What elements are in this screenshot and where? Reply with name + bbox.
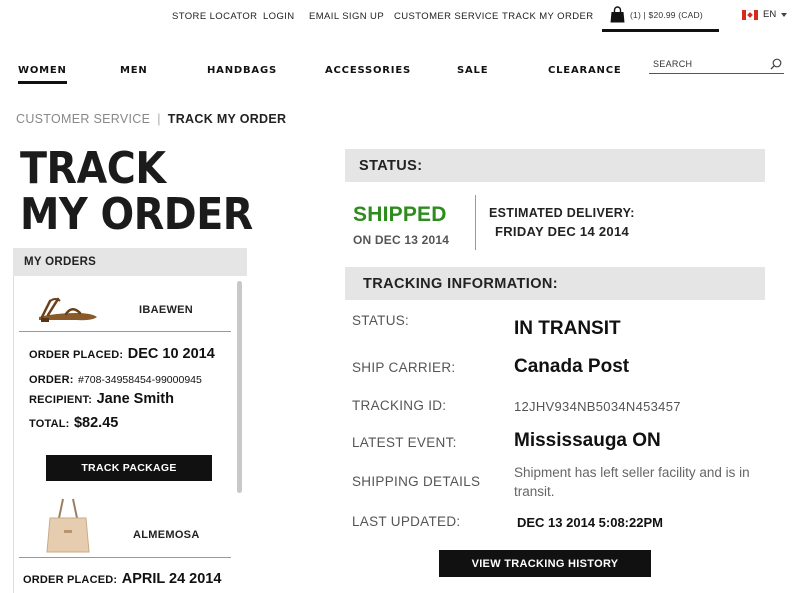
breadcrumb-current: TRACK MY ORDER bbox=[167, 112, 287, 126]
sandal-image bbox=[39, 297, 97, 322]
order-placed-row: ORDER PLACED: DEC 10 2014 bbox=[29, 345, 215, 363]
shipping-status: SHIPPED bbox=[353, 203, 447, 226]
nav-sale[interactable]: SALE bbox=[457, 65, 488, 76]
order-placed-value: APRIL 24 2014 bbox=[121, 571, 222, 587]
language-label: EN bbox=[763, 9, 777, 20]
status-heading: STATUS: bbox=[345, 149, 765, 182]
search-icon[interactable] bbox=[770, 58, 782, 70]
status-divider bbox=[475, 195, 476, 250]
store-locator-link[interactable]: STORE LOCATOR bbox=[172, 11, 257, 22]
tracking-heading: TRACKING INFORMATION: bbox=[345, 267, 765, 300]
order-placed-row: ORDER PLACED: APRIL 24 2014 bbox=[23, 570, 221, 588]
order-number-value: #708-34958454-99000945 bbox=[78, 374, 202, 386]
breadcrumb-separator: | bbox=[157, 112, 161, 126]
total-value: $82.45 bbox=[73, 415, 119, 431]
my-orders-panel: MY ORDERS IBAEWEN ORDER PLACED: DEC 10 2… bbox=[13, 248, 247, 593]
nav-women[interactable]: WOMEN bbox=[18, 65, 67, 84]
search-input[interactable] bbox=[653, 59, 753, 69]
utility-bar: STORE LOCATOR LOGIN EMAIL SIGN UP CUSTOM… bbox=[0, 0, 800, 34]
tracking-id-value: 12JHV934NB5034N453457 bbox=[514, 399, 681, 414]
search-box bbox=[649, 55, 784, 74]
canada-flag-icon bbox=[742, 9, 758, 20]
breadcrumb: CUSTOMER SERVICE | TRACK MY ORDER bbox=[16, 112, 286, 126]
nav-clearance[interactable]: CLEARANCE bbox=[548, 65, 621, 76]
latest-event-label: LATEST EVENT: bbox=[352, 435, 457, 450]
bag-summary: (1) | $20.99 (CAD) bbox=[630, 9, 703, 20]
divider bbox=[19, 331, 231, 332]
ship-carrier-label: SHIP CARRIER: bbox=[352, 360, 456, 375]
estimated-delivery-label: ESTIMATED DELIVERY: bbox=[489, 206, 635, 220]
latest-event-value: Mississauga ON bbox=[514, 430, 661, 451]
email-signup-link[interactable]: EMAIL SIGN UP bbox=[309, 11, 384, 22]
total-row: TOTAL: $82.45 bbox=[29, 414, 118, 432]
ship-carrier-value: Canada Post bbox=[514, 356, 630, 377]
nav-handbags[interactable]: HANDBAGS bbox=[207, 65, 277, 76]
my-orders-heading: MY ORDERS bbox=[13, 248, 247, 276]
recipient-label: RECIPIENT: bbox=[29, 394, 93, 406]
shopping-bag-button[interactable]: (1) | $20.99 (CAD) bbox=[602, 0, 719, 32]
order-number-row: ORDER: #708-34958454-99000945 bbox=[29, 370, 202, 388]
shipped-date: ON DEC 13 2014 bbox=[353, 233, 450, 247]
page-title: TRACK MY ORDER bbox=[20, 146, 253, 238]
order-placed-label: ORDER PLACED: bbox=[23, 574, 118, 586]
page-title-line2: MY ORDER bbox=[20, 189, 253, 240]
orders-scrollbar[interactable] bbox=[237, 281, 242, 493]
total-label: TOTAL: bbox=[29, 418, 70, 430]
nav-men[interactable]: MEN bbox=[120, 65, 148, 76]
order-item-name[interactable]: ALMEMOSA bbox=[133, 529, 200, 541]
order-placed-value: DEC 10 2014 bbox=[127, 346, 215, 362]
nav-accessories[interactable]: ACCESSORIES bbox=[325, 65, 411, 76]
page-title-line1: TRACK bbox=[20, 143, 166, 194]
shipping-details-value: Shipment has left seller facility and is… bbox=[514, 465, 750, 499]
recipient-value: Jane Smith bbox=[96, 391, 174, 407]
login-link[interactable]: LOGIN bbox=[263, 11, 295, 22]
tracking-id-label: TRACKING ID: bbox=[352, 398, 447, 413]
chevron-down-icon bbox=[781, 12, 788, 17]
language-selector[interactable]: EN bbox=[742, 9, 788, 20]
recipient-row: RECIPIENT: Jane Smith bbox=[29, 390, 174, 408]
estimated-delivery-date: FRIDAY DEC 14 2014 bbox=[495, 224, 630, 239]
divider bbox=[19, 557, 231, 558]
breadcrumb-customer-service[interactable]: CUSTOMER SERVICE bbox=[16, 112, 150, 126]
last-updated-label: LAST UPDATED: bbox=[352, 514, 461, 529]
shipping-details-label: SHIPPING DETAILS bbox=[352, 474, 481, 489]
tracking-status-value: IN TRANSIT bbox=[514, 318, 621, 339]
view-tracking-history-button[interactable]: VIEW TRACKING HISTORY bbox=[439, 550, 651, 577]
order-number-label: ORDER: bbox=[29, 374, 74, 386]
customer-service-link[interactable]: CUSTOMER SERVICE bbox=[394, 11, 499, 22]
orders-list: IBAEWEN ORDER PLACED: DEC 10 2014 ORDER:… bbox=[13, 276, 247, 593]
order-item-name[interactable]: IBAEWEN bbox=[139, 304, 193, 316]
track-package-button[interactable]: TRACK PACKAGE bbox=[46, 455, 212, 481]
handbag-image bbox=[46, 498, 90, 553]
last-updated-value: DEC 13 2014 5:08:22PM bbox=[517, 515, 663, 530]
tracking-status-label: STATUS: bbox=[352, 313, 410, 328]
track-my-order-link[interactable]: TRACK MY ORDER bbox=[502, 11, 593, 22]
order-placed-label: ORDER PLACED: bbox=[29, 349, 124, 361]
shopping-bag-icon bbox=[610, 6, 625, 23]
